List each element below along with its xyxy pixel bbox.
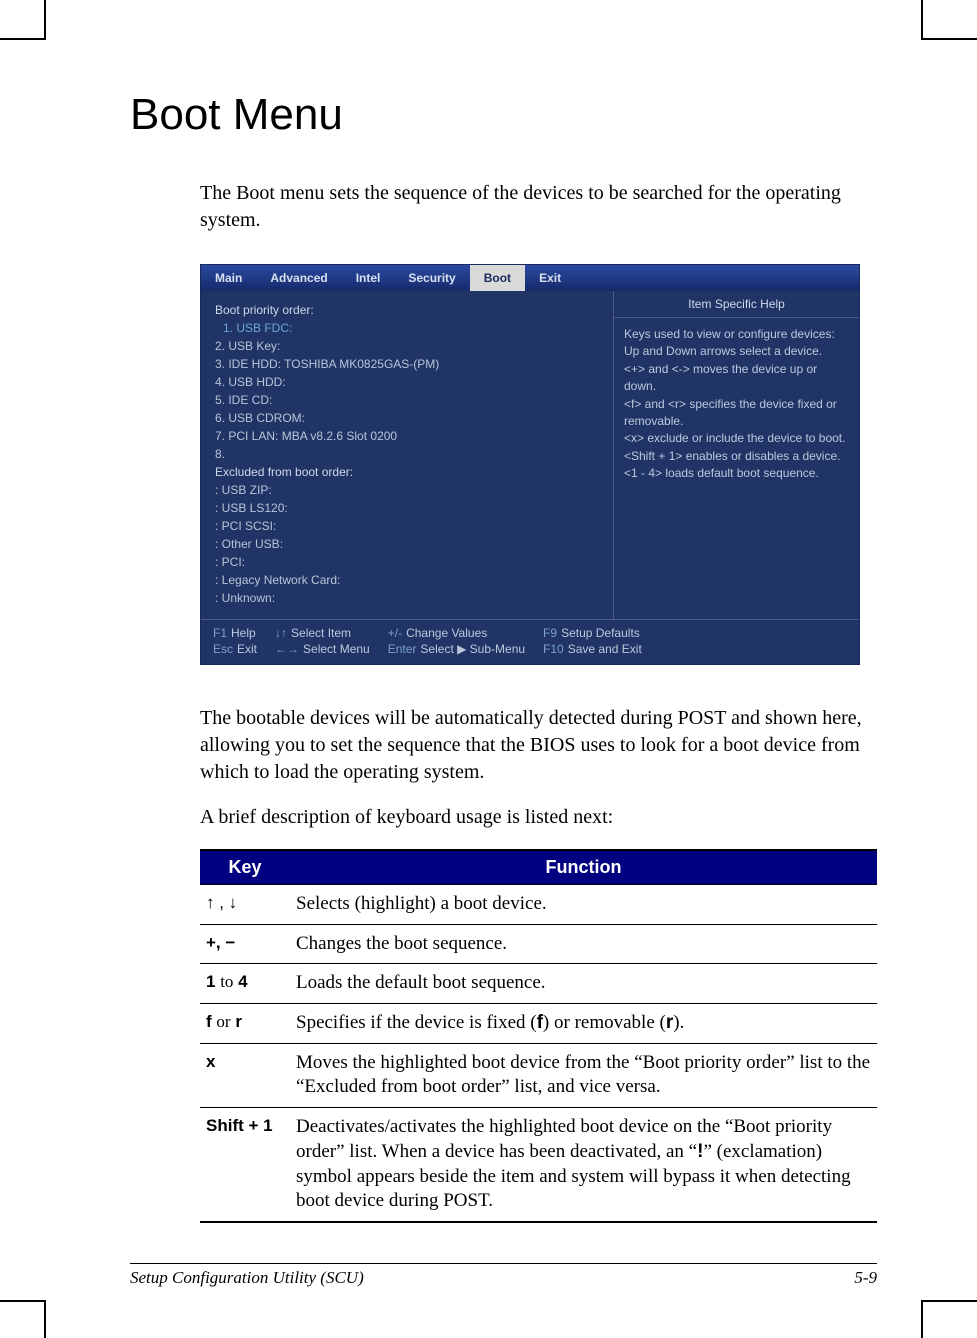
esc-label: Exit bbox=[237, 642, 257, 656]
key-cell: Shift + 1 bbox=[200, 1108, 290, 1222]
intro-paragraph: The Boot menu sets the sequence of the d… bbox=[200, 180, 877, 234]
plusminus-label: Change Values bbox=[406, 626, 487, 640]
function-cell: Selects (highlight) a boot device. bbox=[290, 885, 877, 925]
col-key: Key bbox=[200, 850, 290, 885]
excluded-item: : USB LS120: bbox=[215, 499, 599, 517]
function-cell: Moves the highlighted boot device from t… bbox=[290, 1043, 877, 1107]
boot-item: 8. bbox=[215, 445, 599, 463]
key-cell: ↑ , ↓ bbox=[200, 885, 290, 925]
boot-item: 4. USB HDD: bbox=[215, 373, 599, 391]
bios-tab-security: Security bbox=[394, 265, 469, 291]
key-function-table: Key Function ↑ , ↓Selects (highlight) a … bbox=[200, 849, 877, 1223]
crop-mark bbox=[921, 0, 923, 40]
boot-item-selected: 1. USB FDC: bbox=[215, 319, 599, 337]
f10-key: F10 bbox=[543, 642, 564, 656]
page-title: Boot Menu bbox=[130, 90, 877, 140]
col-function: Function bbox=[290, 850, 877, 885]
enter-key: Enter bbox=[388, 642, 417, 656]
table-row: Shift + 1Deactivates/activates the highl… bbox=[200, 1108, 877, 1222]
f10-label: Save and Exit bbox=[568, 642, 642, 656]
key-cell: +, − bbox=[200, 924, 290, 964]
crop-mark bbox=[921, 1300, 923, 1338]
table-row: f or rSpecifies if the device is fixed (… bbox=[200, 1004, 877, 1044]
table-row: +, −Changes the boot sequence. bbox=[200, 924, 877, 964]
bios-tab-advanced: Advanced bbox=[256, 265, 341, 291]
bios-footer: F1 Help Esc Exit ↓↑ Select Item ←→ Select Me… bbox=[201, 619, 859, 664]
crop-mark bbox=[923, 38, 977, 40]
bios-tab-boot: Boot bbox=[470, 265, 525, 291]
function-cell: Deactivates/activates the highlighted bo… bbox=[290, 1108, 877, 1222]
key-cell: x bbox=[200, 1043, 290, 1107]
f1-key: F1 bbox=[213, 626, 227, 640]
boot-item: 5. IDE CD: bbox=[215, 391, 599, 409]
crop-mark bbox=[0, 1300, 44, 1302]
f9-label: Setup Defaults bbox=[561, 626, 640, 640]
bios-help-panel: Item Specific Help Keys used to view or … bbox=[614, 291, 859, 619]
updown-key: ↓↑ bbox=[275, 626, 287, 640]
bios-tab-intel: Intel bbox=[342, 265, 395, 291]
function-cell: Specifies if the device is fixed (f) or … bbox=[290, 1004, 877, 1044]
boot-priority-title: Boot priority order: bbox=[215, 301, 599, 319]
leftright-label: Select Menu bbox=[303, 642, 370, 656]
bios-tab-exit: Exit bbox=[525, 265, 575, 291]
footer-left: Setup Configuration Utility (SCU) bbox=[130, 1268, 364, 1288]
excluded-item: : Unknown: bbox=[215, 589, 599, 607]
excluded-item: : PCI: bbox=[215, 553, 599, 571]
bios-tab-main: Main bbox=[201, 265, 256, 291]
boot-item: 3. IDE HDD: TOSHIBA MK0825GAS-(PM) bbox=[215, 355, 599, 373]
crop-mark bbox=[923, 1300, 977, 1302]
function-cell: Changes the boot sequence. bbox=[290, 924, 877, 964]
paragraph-3: A brief description of keyboard usage is… bbox=[200, 804, 877, 831]
excluded-item: : Legacy Network Card: bbox=[215, 571, 599, 589]
bios-help-body: Keys used to view or configure devices: … bbox=[614, 318, 859, 491]
excluded-title: Excluded from boot order: bbox=[215, 463, 599, 481]
table-row: 1 to 4Loads the default boot sequence. bbox=[200, 964, 877, 1004]
crop-mark bbox=[0, 38, 44, 40]
bios-left-panel: Boot priority order: 1. USB FDC: 2. USB … bbox=[201, 291, 614, 619]
excluded-item: : PCI SCSI: bbox=[215, 517, 599, 535]
bios-help-title: Item Specific Help bbox=[614, 291, 859, 318]
footer-right: 5-9 bbox=[854, 1268, 877, 1288]
boot-item: 2. USB Key: bbox=[215, 337, 599, 355]
bios-tab-bar: Main Advanced Intel Security Boot Exit bbox=[201, 265, 859, 291]
updown-label: Select Item bbox=[291, 626, 351, 640]
excluded-item: : Other USB: bbox=[215, 535, 599, 553]
boot-item: 6. USB CDROM: bbox=[215, 409, 599, 427]
crop-mark bbox=[44, 0, 46, 40]
crop-mark bbox=[44, 1300, 46, 1338]
plusminus-key: +/- bbox=[388, 626, 402, 640]
leftright-key: ←→ bbox=[275, 642, 299, 656]
excluded-item: : USB ZIP: bbox=[215, 481, 599, 499]
paragraph-2: The bootable devices will be automatical… bbox=[200, 705, 877, 786]
boot-item: 7. PCI LAN: MBA v8.2.6 Slot 0200 bbox=[215, 427, 599, 445]
esc-key: Esc bbox=[213, 642, 233, 656]
bios-screenshot: Main Advanced Intel Security Boot Exit B… bbox=[200, 264, 860, 665]
table-row: xMoves the highlighted boot device from … bbox=[200, 1043, 877, 1107]
f9-key: F9 bbox=[543, 626, 557, 640]
table-row: ↑ , ↓Selects (highlight) a boot device. bbox=[200, 885, 877, 925]
key-cell: f or r bbox=[200, 1004, 290, 1044]
key-cell: 1 to 4 bbox=[200, 964, 290, 1004]
enter-label: Select ▶ Sub-Menu bbox=[420, 642, 525, 656]
f1-label: Help bbox=[231, 626, 256, 640]
function-cell: Loads the default boot sequence. bbox=[290, 964, 877, 1004]
